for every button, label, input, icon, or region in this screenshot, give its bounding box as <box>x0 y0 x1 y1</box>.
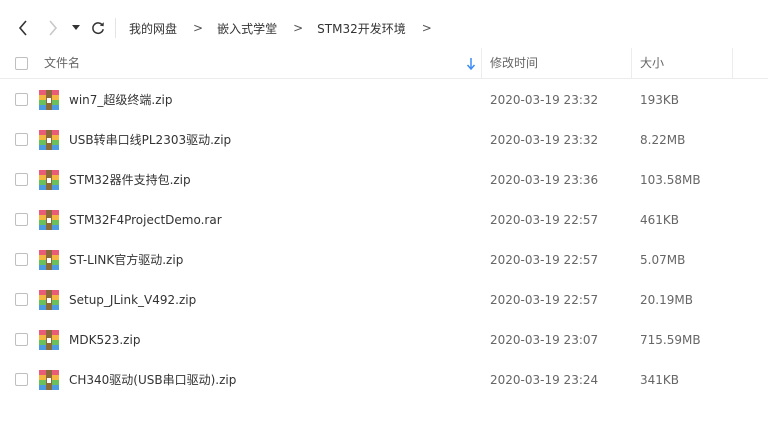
file-size: 461KB <box>640 213 680 227</box>
file-modified-time: 2020-03-19 22:57 <box>490 293 599 307</box>
table-row[interactable]: STM32器件支持包.zip 2020-03-19 23:36 103.58MB <box>0 160 768 200</box>
file-size: 715.59MB <box>640 333 701 347</box>
breadcrumb-item-embedded[interactable]: 嵌入式学堂 <box>217 20 277 37</box>
table-row[interactable]: USB转串口线PL2303驱动.zip 2020-03-19 23:32 8.2… <box>0 120 768 160</box>
archive-file-icon <box>39 170 59 190</box>
chevron-left-icon <box>18 20 27 36</box>
file-size: 5.07MB <box>640 253 686 267</box>
column-header-size[interactable]: 大小 <box>640 48 664 78</box>
archive-file-icon <box>39 130 59 150</box>
chevron-right-icon <box>49 20 58 36</box>
table-row[interactable]: win7_超级终端.zip 2020-03-19 23:32 193KB <box>0 80 768 120</box>
file-modified-time: 2020-03-19 23:36 <box>490 173 599 187</box>
row-checkbox[interactable] <box>15 133 28 146</box>
toolbar-divider <box>115 18 116 38</box>
file-name[interactable]: STM32器件支持包.zip <box>69 160 191 200</box>
file-name[interactable]: STM32F4ProjectDemo.rar <box>69 200 222 240</box>
row-checkbox[interactable] <box>15 93 28 106</box>
row-checkbox[interactable] <box>15 213 28 226</box>
breadcrumb: 我的网盘 > 嵌入式学堂 > STM32开发环境 > <box>129 19 446 37</box>
row-checkbox[interactable] <box>15 293 28 306</box>
file-modified-time: 2020-03-19 23:32 <box>490 93 599 107</box>
breadcrumb-separator: > <box>193 21 204 35</box>
table-row[interactable]: CH340驱动(USB串口驱动).zip 2020-03-19 23:24 34… <box>0 360 768 400</box>
column-header-name[interactable]: 文件名 <box>44 48 80 78</box>
file-modified-time: 2020-03-19 23:32 <box>490 133 599 147</box>
file-size: 20.19MB <box>640 293 693 307</box>
file-name[interactable]: USB转串口线PL2303驱动.zip <box>69 120 231 160</box>
history-dropdown-button[interactable] <box>70 16 82 40</box>
row-checkbox[interactable] <box>15 253 28 266</box>
archive-file-icon <box>39 250 59 270</box>
file-size: 341KB <box>640 373 680 387</box>
archive-file-icon <box>39 370 59 390</box>
row-checkbox[interactable] <box>15 333 28 346</box>
caret-down-icon <box>72 25 80 30</box>
file-modified-time: 2020-03-19 23:24 <box>490 373 599 387</box>
archive-file-icon <box>39 330 59 350</box>
column-divider[interactable] <box>631 48 632 78</box>
file-modified-time: 2020-03-19 22:57 <box>490 253 599 267</box>
breadcrumb-separator[interactable]: > <box>422 21 432 35</box>
table-row[interactable]: STM32F4ProjectDemo.rar 2020-03-19 22:57 … <box>0 200 768 240</box>
arrow-down-icon[interactable] <box>466 57 476 71</box>
toolbar: 我的网盘 > 嵌入式学堂 > STM32开发环境 > <box>0 0 768 48</box>
archive-file-icon <box>39 290 59 310</box>
breadcrumb-separator: > <box>293 21 304 35</box>
column-header-modified-time[interactable]: 修改时间 <box>490 48 538 78</box>
forward-button[interactable] <box>43 16 63 40</box>
file-size: 8.22MB <box>640 133 686 147</box>
file-name[interactable]: Setup_JLink_V492.zip <box>69 280 196 320</box>
file-modified-time: 2020-03-19 23:07 <box>490 333 599 347</box>
file-size: 103.58MB <box>640 173 701 187</box>
file-modified-time: 2020-03-19 22:57 <box>490 213 599 227</box>
archive-file-icon <box>39 90 59 110</box>
table-row[interactable]: ST-LINK官方驱动.zip 2020-03-19 22:57 5.07MB <box>0 240 768 280</box>
file-name[interactable]: MDK523.zip <box>69 320 140 360</box>
row-checkbox[interactable] <box>15 373 28 386</box>
file-list-header: 文件名 修改时间 大小 <box>0 48 768 79</box>
refresh-button[interactable] <box>88 16 108 40</box>
archive-file-icon <box>39 210 59 230</box>
breadcrumb-item-stm32[interactable]: STM32开发环境 <box>317 20 406 37</box>
select-all-checkbox[interactable] <box>15 57 28 70</box>
refresh-icon <box>92 22 104 35</box>
breadcrumb-item-my-drive[interactable]: 我的网盘 <box>129 20 177 37</box>
file-name[interactable]: ST-LINK官方驱动.zip <box>69 240 183 280</box>
file-size: 193KB <box>640 93 680 107</box>
back-button[interactable] <box>13 16 33 40</box>
table-row[interactable]: Setup_JLink_V492.zip 2020-03-19 22:57 20… <box>0 280 768 320</box>
row-checkbox[interactable] <box>15 173 28 186</box>
column-divider[interactable] <box>481 48 482 78</box>
table-row[interactable]: MDK523.zip 2020-03-19 23:07 715.59MB <box>0 320 768 360</box>
file-name[interactable]: CH340驱动(USB串口驱动).zip <box>69 360 236 400</box>
file-name[interactable]: win7_超级终端.zip <box>69 80 172 120</box>
column-divider[interactable] <box>732 48 733 78</box>
